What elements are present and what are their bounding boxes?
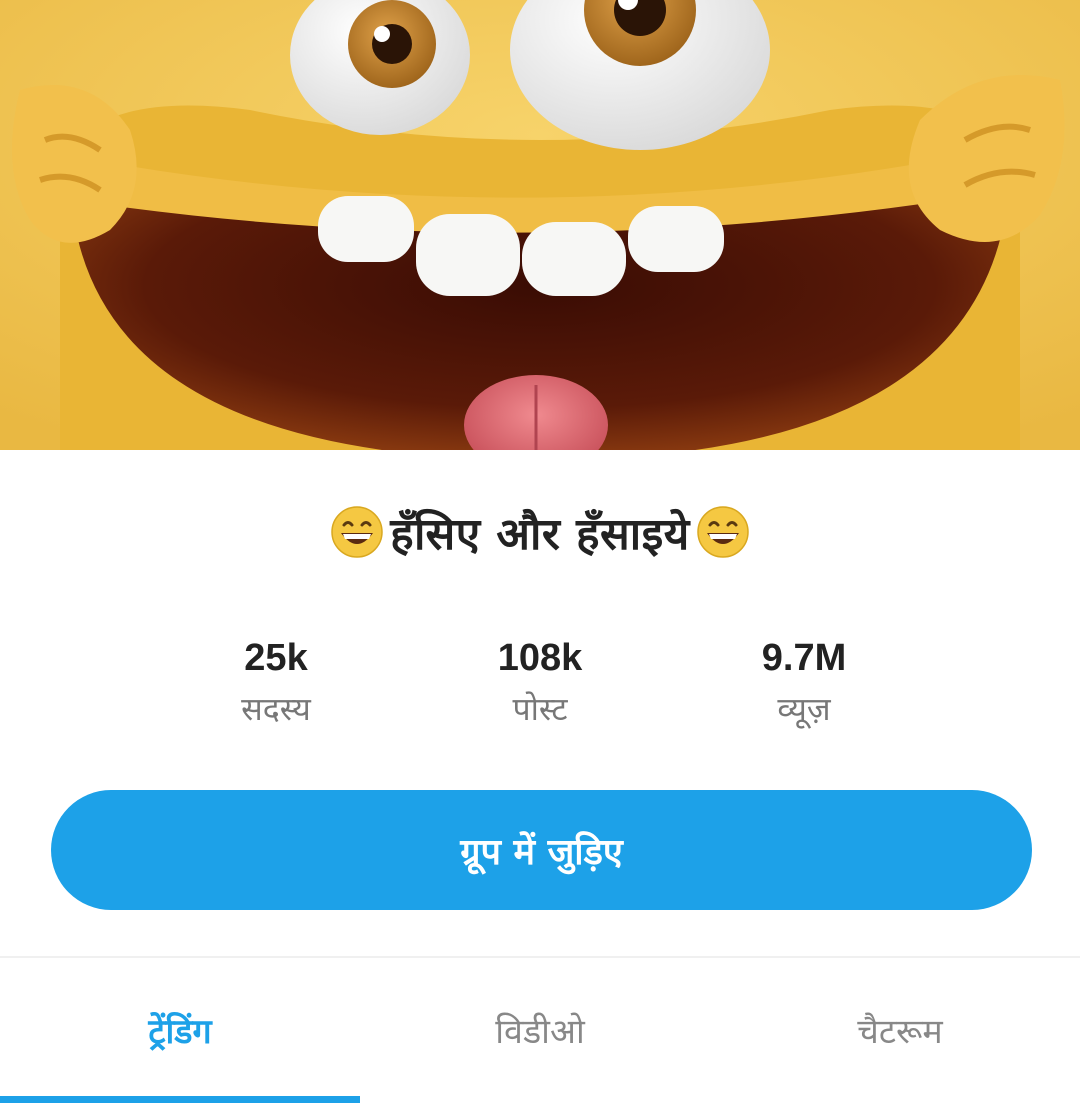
stat-value: 9.7M bbox=[761, 637, 847, 679]
cartoon-face-illustration bbox=[0, 0, 1080, 450]
stat-label: सदस्य bbox=[241, 690, 311, 728]
tab-bar: ट्रेंडिंग विडीओ चैटरूम bbox=[0, 960, 1080, 1103]
group-title-text: हँसिए और हँसाइये bbox=[390, 509, 690, 560]
divider bbox=[0, 956, 1080, 958]
stat-posts: 108k पोस्ट bbox=[430, 630, 650, 732]
join-group-button[interactable]: ग्रूप में जुड़िए bbox=[51, 790, 1032, 910]
grinning-face-icon bbox=[697, 506, 749, 558]
tab-chatroom[interactable]: चैटरूम bbox=[720, 960, 1080, 1100]
stat-value: 25k bbox=[244, 637, 308, 679]
stat-value: 108k bbox=[497, 637, 583, 679]
cover-image bbox=[0, 0, 1080, 450]
tab-trending[interactable]: ट्रेंडिंग bbox=[0, 960, 360, 1100]
grinning-face-icon bbox=[331, 506, 383, 558]
stat-label: व्यूज़ bbox=[777, 690, 831, 728]
group-stats: 25k सदस्य 108k पोस्ट 9.7M व्यूज़ bbox=[0, 630, 1080, 740]
tab-videos[interactable]: विडीओ bbox=[360, 960, 720, 1100]
stat-views: 9.7M व्यूज़ bbox=[694, 630, 914, 732]
stat-members: 25k सदस्य bbox=[166, 630, 386, 732]
stat-label: पोस्ट bbox=[512, 690, 568, 728]
group-title: हँसिए और हँसाइये bbox=[0, 492, 1080, 572]
active-tab-indicator bbox=[0, 1096, 360, 1103]
